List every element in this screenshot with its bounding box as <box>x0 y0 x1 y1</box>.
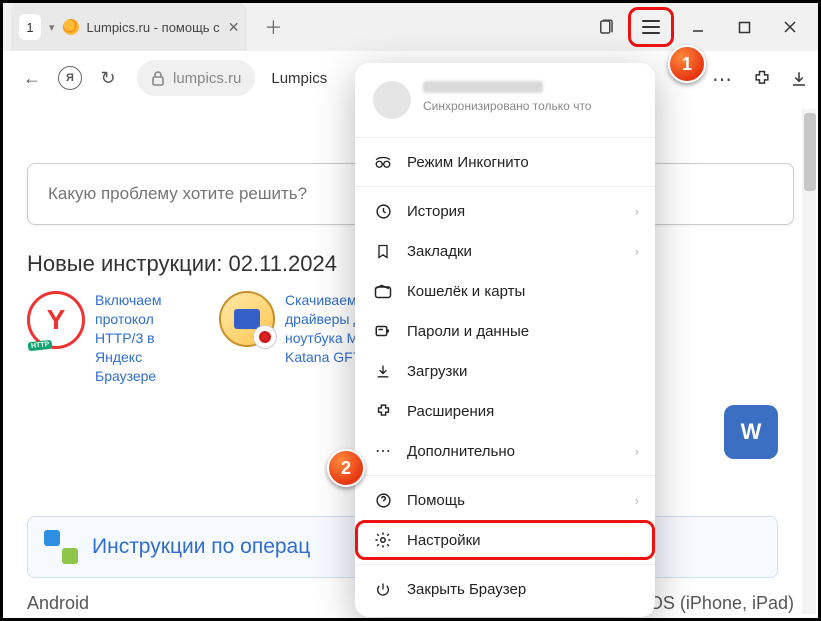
chevron-right-icon: › <box>635 244 639 259</box>
menu-close-browser[interactable]: Закрыть Браузер <box>355 569 655 609</box>
menu-downloads[interactable]: Загрузки <box>355 351 655 391</box>
account-name <box>423 81 543 93</box>
account-section[interactable]: Синхронизировано только что <box>355 73 655 133</box>
menu-more[interactable]: ⋯ Дополнительно› <box>355 431 655 471</box>
tab-title: Lumpics.ru - помощь с <box>87 20 220 35</box>
help-icon <box>373 492 393 509</box>
os-icon <box>44 530 78 564</box>
downloads-toolbar-icon[interactable] <box>790 70 808 88</box>
footer-right[interactable]: iOS (iPhone, iPad) <box>645 593 794 614</box>
browser-menu: Синхронизировано только что Режим Инкогн… <box>355 63 655 617</box>
menu-history[interactable]: История› <box>355 191 655 231</box>
os-link-text: Инструкции по операц <box>92 535 310 559</box>
sync-status: Синхронизировано только что <box>423 99 591 113</box>
step-marker-2: 2 <box>327 449 365 487</box>
menu-extensions[interactable]: Расширения <box>355 391 655 431</box>
article-link[interactable]: Включаем протокол HTTP/3 в Яндекс Браузе… <box>95 291 197 385</box>
driver-icon <box>219 291 275 347</box>
article-card[interactable]: YHTTP Включаем протокол HTTP/3 в Яндекс … <box>27 291 197 385</box>
wallet-icon <box>373 284 393 299</box>
new-tab-button[interactable]: ＋ <box>259 13 287 41</box>
menu-passwords[interactable]: Пароли и данные <box>355 311 655 351</box>
extensions-toolbar-icon[interactable] <box>752 69 772 89</box>
chevron-right-icon: › <box>635 204 639 219</box>
scrollbar-thumb[interactable] <box>804 113 816 191</box>
menu-help[interactable]: Помощь› <box>355 480 655 520</box>
tab-counter: 1 <box>19 14 41 40</box>
power-icon <box>373 581 393 598</box>
more-icon[interactable]: ⋯ <box>712 67 734 92</box>
back-button[interactable]: ← <box>15 61 49 95</box>
gear-icon <box>373 531 393 549</box>
step-marker-1: 1 <box>668 45 706 83</box>
avatar-icon <box>373 81 411 119</box>
menu-bookmarks[interactable]: Закладки› <box>355 231 655 271</box>
vk-badge[interactable]: W <box>724 405 778 459</box>
chevron-down-icon[interactable]: ▾ <box>49 21 55 34</box>
dots-icon: ⋯ <box>373 441 393 461</box>
page-title-inbar: Lumpics <box>271 70 327 87</box>
key-icon <box>373 323 393 339</box>
chevron-right-icon: › <box>635 444 639 459</box>
download-icon <box>373 363 393 380</box>
tab-active[interactable]: 1 ▾ Lumpics.ru - помощь с ✕ <box>11 3 247 51</box>
footer-left[interactable]: Android <box>27 593 89 614</box>
bookmark-icon <box>373 243 393 260</box>
url-text: lumpics.ru <box>173 70 241 87</box>
puzzle-icon <box>373 403 393 420</box>
lock-icon <box>151 70 165 86</box>
chevron-right-icon: › <box>635 493 639 508</box>
menu-incognito[interactable]: Режим Инкогнито <box>355 142 655 182</box>
home-button[interactable]: Я <box>53 61 87 95</box>
yandex-icon: YHTTP <box>27 291 85 349</box>
tab-close-icon[interactable]: ✕ <box>228 19 240 36</box>
minimize-button[interactable] <box>676 7 720 47</box>
favicon-icon <box>63 19 79 35</box>
close-window-button[interactable] <box>768 7 812 47</box>
address-bar[interactable]: lumpics.ru <box>137 60 255 96</box>
menu-wallet[interactable]: Кошелёк и карты <box>355 271 655 311</box>
collections-icon[interactable] <box>586 18 626 36</box>
menu-settings[interactable]: Настройки <box>355 520 655 560</box>
reload-button[interactable]: ↻ <box>91 61 125 95</box>
incognito-icon <box>373 155 393 169</box>
menu-button[interactable] <box>628 7 674 47</box>
maximize-button[interactable] <box>722 7 766 47</box>
clock-icon <box>373 203 393 220</box>
